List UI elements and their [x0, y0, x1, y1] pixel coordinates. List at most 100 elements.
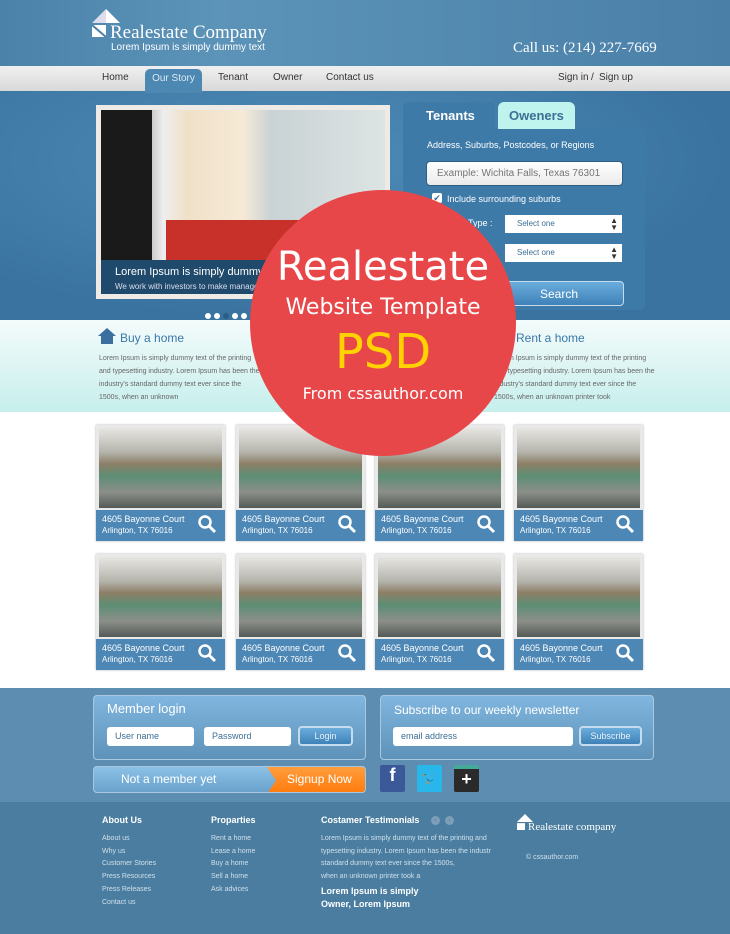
search-icon[interactable] [337, 514, 357, 534]
login-button[interactable]: Login [298, 726, 353, 746]
buy-home-title[interactable]: Buy a home [120, 331, 184, 345]
listing-caption: 4605 Bayonne Court Arlington, TX 76016 [514, 510, 643, 541]
copyright: © cssauthor.com [526, 854, 579, 861]
rent-home-text: Lorem Ipsum is simply dummy text of the … [494, 355, 655, 401]
nav-contact[interactable]: Contact us [326, 72, 374, 83]
search-icon[interactable] [615, 514, 635, 534]
listing-photo [99, 428, 222, 508]
search-icon[interactable] [615, 643, 635, 663]
listing-caption: 4605 Bayonne Court Arlington, TX 76016 [96, 510, 225, 541]
tab-tenants[interactable]: Tenants [403, 102, 495, 132]
sign-up-link[interactable]: Sign up [599, 72, 633, 83]
email-input[interactable]: email address [393, 727, 573, 746]
search-label: Address, Suburbs, Postcodes, or Regions [427, 140, 595, 150]
footer-link[interactable]: Contact us [102, 897, 156, 910]
slider-dot[interactable] [214, 313, 220, 319]
footer-properties-links: Rent a home Lease a home Buy a home Sell a … [211, 833, 255, 897]
slider-dot[interactable] [205, 313, 211, 319]
listing-caption: 4605 Bayonne Court Arlington, TX 76016 [96, 639, 225, 670]
member-login-title: Member login [107, 701, 186, 716]
testimonial-line: standard dummy text ever since the 1500s… [321, 860, 455, 868]
select-arrows-icon: ▲ ▼ [610, 216, 618, 232]
footer-link[interactable]: Lease a home [211, 846, 255, 859]
footer-link[interactable]: Sell a home [211, 871, 255, 884]
search-icon[interactable] [476, 643, 496, 663]
prev-testimonial-icon[interactable]: ‹ [431, 816, 440, 825]
listing-caption: 4605 Bayonne Court Arlington, TX 76016 [375, 510, 504, 541]
listing-photo [378, 557, 501, 637]
listing-caption: 4605 Bayonne Court Arlington, TX 76016 [375, 639, 504, 670]
phone-number: Call us: (214) 227-7669 [513, 40, 657, 56]
include-suburbs-label: Include surrounding suburbs [447, 194, 561, 204]
username-input[interactable]: User name [107, 727, 194, 746]
signup-banner: Not a member yet Signup Now [93, 766, 366, 793]
footer-testimonials-title: Costamer Testimonials [321, 815, 420, 825]
search-icon[interactable] [476, 514, 496, 534]
badge-line3: PSD [334, 324, 432, 380]
search-icon[interactable] [337, 643, 357, 663]
slider-dot-active[interactable] [223, 313, 229, 319]
buy-home-text: Lorem Ipsum is simply dummy text of the … [99, 355, 260, 401]
main-nav: Home Tenant Owner Contact us Sign in / S… [0, 66, 730, 91]
listing-caption: 4605 Bayonne Court Arlington, TX 76016 [514, 639, 643, 670]
search-icon[interactable] [197, 643, 217, 663]
listing-photo [517, 428, 640, 508]
signup-now-button[interactable]: Signup Now [267, 767, 365, 792]
footer-link[interactable]: Ask advices [211, 884, 255, 897]
search-input[interactable] [426, 161, 623, 186]
psd-promo-badge: Realestate Website Template PSD From css… [250, 190, 516, 456]
testimonial-author: Lorem Ipsum is simply [321, 886, 419, 896]
testimonial-line: typesetting industry. Lorem Ipsum has be… [321, 847, 491, 855]
password-input[interactable]: Password [204, 727, 291, 746]
footer-link[interactable]: Buy a home [211, 858, 255, 871]
sign-in-link[interactable]: Sign in [558, 72, 589, 83]
second-select-value: Select one [517, 248, 555, 257]
google-plus-icon[interactable]: + [454, 765, 479, 792]
rent-home-title[interactable]: Rent a home [516, 331, 585, 345]
slider-dot[interactable] [241, 313, 247, 319]
tab-owners[interactable]: Oweners [498, 102, 575, 129]
nav-owner[interactable]: Owner [273, 72, 302, 83]
second-select[interactable]: Select one ▲ ▼ [505, 244, 622, 262]
nav-tenant[interactable]: Tenant [218, 72, 248, 83]
testimonial-role: Owner, Lorem Ipsum [321, 899, 411, 909]
testimonial-line: Lorem Ipsum is simply dummy text of the … [321, 835, 487, 842]
footer-properties-title: Proparties [211, 815, 256, 825]
footer: About Us About us Why us Customer Stories P… [0, 802, 730, 934]
footer-link[interactable]: Press Releases [102, 884, 156, 897]
facebook-icon[interactable]: f [380, 765, 405, 792]
tagline: Lorem Ipsum is simply dummy text [111, 42, 265, 53]
footer-link[interactable]: Rent a home [211, 833, 255, 846]
listing-card[interactable]: 4605 Bayonne Court Arlington, TX 76016 [375, 554, 504, 670]
brand-name[interactable]: Realestate Company [110, 22, 267, 44]
testimonial-line: when an unknown printer took a [321, 873, 421, 881]
footer-link[interactable]: Customer Stories [102, 858, 156, 871]
house-icon [98, 328, 116, 344]
listing-photo [239, 557, 362, 637]
nav-our-story[interactable]: Our Story [145, 69, 202, 93]
twitter-icon[interactable]: 🐦 [417, 765, 442, 792]
listing-card[interactable]: 4605 Bayonne Court Arlington, TX 76016 [514, 425, 643, 541]
listing-photo [517, 557, 640, 637]
subscribe-button[interactable]: Subscribe [579, 726, 642, 746]
slider-dot[interactable] [232, 313, 238, 319]
listing-photo [99, 557, 222, 637]
listing-card[interactable]: 4605 Bayonne Court Arlington, TX 76016 [96, 425, 225, 541]
footer-link[interactable]: About us [102, 833, 156, 846]
badge-line2: Website Template [285, 295, 481, 320]
footer-link[interactable]: Press Resources [102, 871, 156, 884]
footer-about-links: About us Why us Customer Stories Press Reso… [102, 833, 156, 909]
listing-card[interactable]: 4605 Bayonne Court Arlington, TX 76016 [236, 554, 365, 670]
next-testimonial-icon[interactable]: › [445, 816, 454, 825]
search-icon[interactable] [197, 514, 217, 534]
type-select-value: Select one [517, 219, 555, 228]
badge-line4: From cssauthor.com [302, 384, 464, 403]
listing-card[interactable]: 4605 Bayonne Court Arlington, TX 76016 [96, 554, 225, 670]
footer-link[interactable]: Why us [102, 846, 156, 859]
newsletter-title: Subscribe to our weekly newsletter [394, 703, 580, 717]
badge-line1: Realestate [276, 244, 490, 290]
not-member-text: Not a member yet [121, 772, 217, 786]
type-select[interactable]: Select one ▲ ▼ [505, 215, 622, 233]
listing-card[interactable]: 4605 Bayonne Court Arlington, TX 76016 [514, 554, 643, 670]
nav-home[interactable]: Home [102, 72, 129, 83]
